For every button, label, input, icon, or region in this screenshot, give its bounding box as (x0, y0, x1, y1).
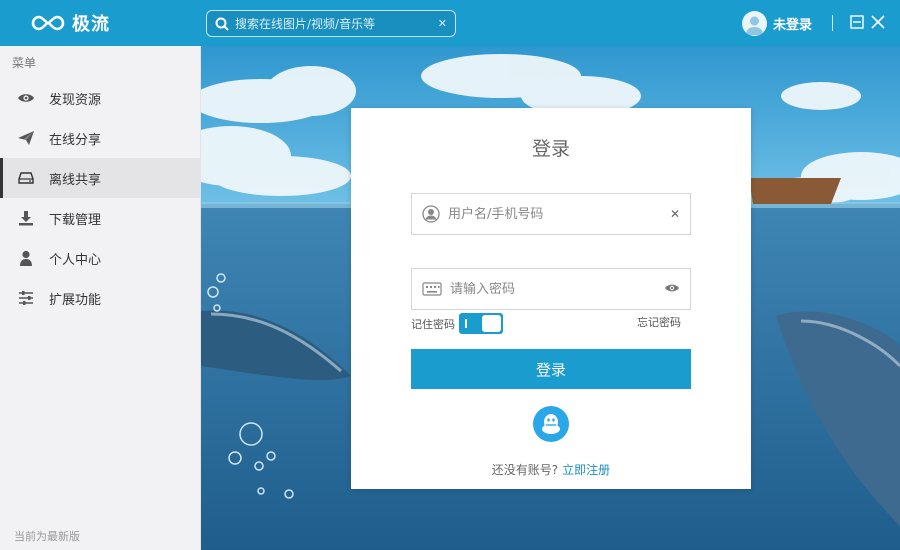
sidebar-item-label: 发现资源 (49, 92, 102, 108)
title-divider (832, 15, 833, 31)
avatar (742, 11, 767, 36)
title-bar: 极流 ✕ 未登录 (0, 0, 900, 46)
remember-password-label: 记住密码 (411, 317, 455, 331)
sidebar-item-label: 个人中心 (49, 252, 102, 268)
qq-login-button[interactable] (533, 406, 569, 442)
eye-icon (17, 89, 35, 107)
remember-password: 记住密码 (411, 313, 503, 334)
username-field[interactable]: ✕ (411, 193, 691, 235)
hard-drive-icon (17, 169, 35, 187)
app-name: 极流 (72, 14, 110, 35)
search-icon (215, 17, 229, 31)
version-status: 当前为最新版 (14, 530, 80, 543)
search-input[interactable] (235, 16, 438, 31)
login-card: 登录 ✕ 记住密码 忘记密码 登录 (351, 108, 751, 489)
clear-search-icon[interactable]: ✕ (438, 17, 447, 30)
sidebar-item-downloads[interactable]: 下载管理 (0, 198, 201, 238)
sliders-icon (17, 289, 35, 307)
show-password-eye-icon[interactable] (664, 282, 680, 296)
sidebar-item-extensions[interactable]: 扩展功能 (0, 278, 201, 318)
user-login-status[interactable]: 未登录 (742, 11, 812, 36)
app-logo: 极流 (30, 10, 110, 36)
sidebar-item-label: 下载管理 (49, 212, 102, 228)
menu-title: 菜单 (12, 56, 37, 70)
toggle-on-indicator (465, 319, 467, 328)
sidebar-item-offline-share[interactable]: 离线共享 (0, 158, 201, 198)
no-account-text: 还没有账号? (491, 463, 559, 477)
remember-password-toggle[interactable] (459, 313, 503, 334)
sidebar-menu: 发现资源 在线分享 离线共享 下载管理 个人中心 扩展功能 (0, 78, 201, 318)
username-input[interactable] (448, 206, 670, 222)
close-icon (871, 15, 885, 29)
sidebar: 菜单 发现资源 在线分享 离线共享 下载管理 个人中心 扩展功能 当前为最新版 (0, 46, 201, 550)
password-field[interactable] (411, 268, 691, 310)
sidebar-item-share[interactable]: 在线分享 (0, 118, 201, 158)
minimize-button[interactable] (849, 14, 865, 30)
forgot-password-link[interactable]: 忘记密码 (637, 314, 681, 330)
paper-plane-icon (17, 129, 35, 147)
user-name: 未登录 (773, 18, 813, 33)
sidebar-item-profile[interactable]: 个人中心 (0, 238, 201, 278)
login-button[interactable]: 登录 (411, 349, 691, 389)
user-circle-icon (422, 205, 440, 223)
sidebar-item-discover[interactable]: 发现资源 (0, 78, 201, 118)
keyboard-icon (422, 282, 442, 296)
user-icon (17, 249, 35, 267)
sidebar-item-label: 离线共享 (49, 172, 102, 188)
minimize-window-icon (850, 15, 864, 29)
login-title: 登录 (531, 138, 570, 160)
infinity-logo-icon (31, 15, 65, 31)
close-button[interactable] (870, 14, 886, 30)
password-input[interactable] (450, 281, 664, 297)
sidebar-item-label: 在线分享 (49, 132, 102, 148)
download-icon (17, 209, 35, 227)
user-avatar-icon (746, 16, 763, 35)
toggle-knob (482, 315, 501, 332)
register-link[interactable]: 立即注册 (562, 463, 610, 477)
clear-username-icon[interactable]: ✕ (670, 207, 680, 221)
register-prompt: 还没有账号? 立即注册 (351, 461, 751, 478)
sidebar-item-label: 扩展功能 (49, 292, 102, 308)
qq-penguin-icon (542, 414, 560, 434)
search-box[interactable]: ✕ (206, 10, 456, 37)
